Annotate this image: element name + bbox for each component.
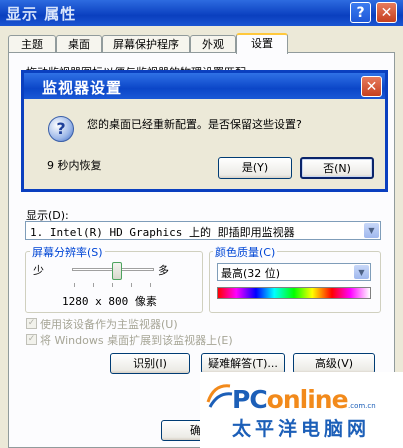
display-select-value: 1. Intel(R) HD Graphics 上的 即插即用监视器	[30, 226, 295, 239]
slider-ticks	[74, 283, 152, 287]
watermark-tagline: 太平洋电脑网	[232, 418, 371, 440]
color-quality-group	[209, 251, 381, 313]
watermark-domain: .com.cn	[348, 402, 376, 410]
dialog-close-button[interactable]: ✕	[361, 76, 382, 97]
identify-button[interactable]: 识别(I)	[110, 353, 190, 374]
question-icon: ?	[48, 116, 74, 142]
chevron-down-icon[interactable]: ▼	[364, 223, 379, 238]
resolution-title: 屏幕分辨率(S)	[30, 244, 105, 260]
primary-monitor-checkbox[interactable]: ✓	[26, 318, 37, 329]
resolution-value: 1280 x 800 像素	[62, 295, 157, 308]
help-button[interactable]: ?	[350, 2, 371, 23]
watermark-logo-online: online	[266, 385, 349, 414]
resolution-more-label: 多	[158, 264, 169, 277]
pconline-swirl-logo	[206, 384, 233, 408]
display-select[interactable]: 1. Intel(R) HD Graphics 上的 即插即用监视器 ▼	[25, 221, 381, 240]
primary-monitor-label: 使用该设备作为主监视器(U)	[40, 318, 178, 331]
close-button[interactable]: ✕	[376, 2, 397, 23]
yes-button[interactable]: 是(Y)	[218, 157, 292, 179]
tab-themes[interactable]: 主题	[8, 35, 56, 52]
resolution-less-label: 少	[33, 264, 44, 277]
dialog-message: 您的桌面已经重新配置。是否保留这些设置?	[87, 118, 302, 131]
resolution-slider-thumb[interactable]	[111, 262, 122, 280]
no-button[interactable]: 否(N)	[300, 157, 374, 179]
color-quality-title: 颜色质量(C)	[213, 244, 278, 260]
dialog-countdown: 9 秒内恢复	[47, 159, 102, 172]
chevron-down-icon[interactable]: ▼	[354, 265, 369, 279]
color-quality-value: 最高(32 位)	[221, 267, 281, 280]
color-spectrum-bar	[217, 287, 371, 299]
extend-desktop-label: 将 Windows 桌面扩展到该监视器上(E)	[40, 334, 233, 347]
color-quality-select[interactable]: 最高(32 位) ▼	[217, 263, 371, 281]
tab-settings[interactable]: 设置	[236, 33, 288, 54]
troubleshoot-button[interactable]: 疑难解答(T)...	[201, 353, 285, 374]
watermark-logo: PConline	[232, 385, 349, 414]
window-title: 显示 属性	[6, 5, 77, 23]
tab-screensaver[interactable]: 屏幕保护程序	[102, 35, 190, 52]
extend-desktop-checkbox[interactable]: ✓	[26, 334, 37, 345]
watermark-logo-pc: PC	[232, 385, 268, 414]
tab-appearance[interactable]: 外观	[190, 35, 236, 52]
tab-desktop[interactable]: 桌面	[56, 35, 102, 52]
advanced-button[interactable]: 高级(V)	[293, 353, 375, 374]
dialog-title: 监视器设置	[42, 79, 123, 97]
